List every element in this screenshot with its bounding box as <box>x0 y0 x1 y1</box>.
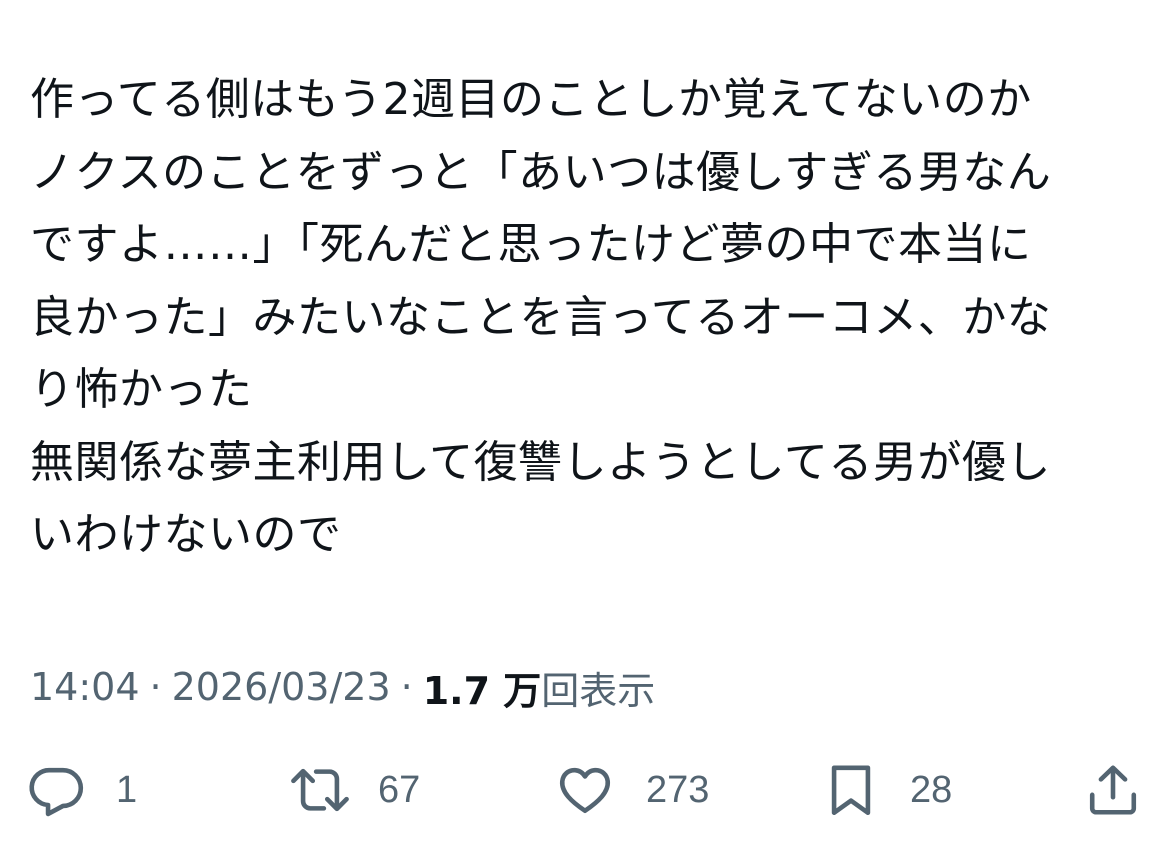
like-count: 273 <box>646 768 710 811</box>
retweet-icon <box>288 761 352 819</box>
tweet-text-line: 作ってる側はもう2週目のことしか覚えてないのか <box>30 74 1032 125</box>
heart-icon <box>554 761 616 819</box>
tweet-text-line: いわけないので <box>30 509 342 560</box>
bookmark-count: 28 <box>910 768 953 811</box>
like-button[interactable]: 273 <box>554 752 709 828</box>
tweet-text: 作ってる側はもう2週目のことしか覚えてないのか ノクスのことをずっと「あいつは優… <box>30 64 1150 572</box>
reply-count: 1 <box>116 768 138 811</box>
tweet-date[interactable]: 2026/03/23 <box>172 665 391 709</box>
tweet-time[interactable]: 14:04 <box>30 665 140 709</box>
meta-separator: · <box>400 665 413 709</box>
reply-icon <box>28 761 86 819</box>
action-bar: 1 67 273 28 <box>0 752 1170 828</box>
retweet-count: 67 <box>378 768 421 811</box>
tweet-text-line: 良かった」みたいなことを言ってるオーコメ、かな <box>30 291 1052 343</box>
meta-separator: · <box>149 665 162 709</box>
retweet-button[interactable]: 67 <box>288 752 420 828</box>
views-label: 回表示 <box>541 668 656 713</box>
share-button[interactable] <box>1084 752 1142 828</box>
tweet-text-line: 無関係な夢主利用して復讐しようとしてる男が優し <box>30 436 1051 488</box>
tweet-text-line: ですよ……」「死んだと思ったけど夢の中で本当に <box>30 219 1032 270</box>
tweet-text-line: ノクスのことをずっと「あいつは優しすぎる男なん <box>30 146 1052 198</box>
tweet-meta: 14:04 · 2026/03/23 · 1.7 万 回表示 <box>30 660 656 715</box>
tweet-text-line: り怖かった <box>30 364 253 415</box>
share-icon <box>1084 761 1142 819</box>
bookmark-button[interactable]: 28 <box>824 752 952 828</box>
bookmark-icon <box>824 761 878 819</box>
reply-button[interactable]: 1 <box>28 752 137 828</box>
views-count[interactable]: 1.7 万 <box>423 660 542 715</box>
